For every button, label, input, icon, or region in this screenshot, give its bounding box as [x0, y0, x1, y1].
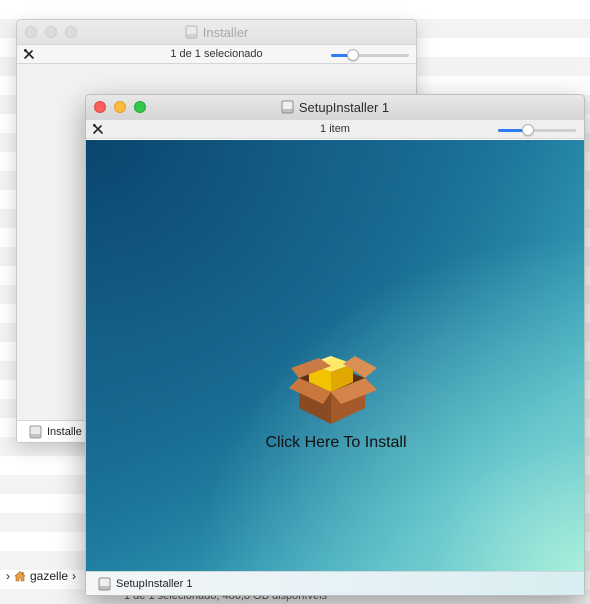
footer-item-label: Installe: [47, 425, 82, 438]
installer-titlebar[interactable]: Installer: [17, 20, 416, 44]
minimize-button[interactable]: [114, 101, 126, 113]
slider-knob[interactable]: [347, 49, 359, 61]
window-title: Installer: [185, 24, 249, 40]
disk-icon: [98, 577, 111, 590]
disk-icon: [29, 425, 42, 438]
icon-size-slider[interactable]: [331, 49, 409, 61]
slider-knob[interactable]: [522, 124, 534, 136]
setupinstaller-window[interactable]: SetupInstaller 1 1 item Click Here To In…: [85, 94, 585, 596]
window-controls: [25, 26, 77, 38]
close-button[interactable]: [25, 26, 37, 38]
window-controls: [94, 101, 146, 113]
window-title-text: SetupInstaller 1: [298, 99, 390, 115]
toolbar-status: 1 item: [320, 123, 350, 135]
zoom-button[interactable]: [134, 101, 146, 113]
window-title: SetupInstaller 1: [281, 100, 389, 115]
icon-size-slider[interactable]: [498, 124, 576, 136]
home-icon: [14, 571, 26, 582]
close-button[interactable]: [94, 101, 106, 113]
setupinstaller-footer: SetupInstaller 1: [86, 571, 584, 595]
tools-icon[interactable]: [92, 123, 104, 135]
disk-icon: [281, 100, 294, 114]
disk-icon: [185, 25, 198, 39]
path-item-gazelle[interactable]: gazelle: [30, 569, 68, 583]
package-icon[interactable]: [285, 338, 381, 426]
zoom-button[interactable]: [65, 26, 77, 38]
minimize-button[interactable]: [45, 26, 57, 38]
setupinstaller-titlebar[interactable]: SetupInstaller 1: [86, 95, 584, 119]
installer-toolbar: 1 de 1 selecionado: [17, 44, 416, 64]
setupinstaller-toolbar: 1 item: [86, 119, 584, 139]
path-chevron: ›: [6, 569, 10, 583]
footer-item-label: SetupInstaller 1: [116, 577, 193, 590]
path-separator: ›: [72, 569, 77, 583]
tools-icon[interactable]: [23, 48, 35, 60]
installer-background: Click Here To Install: [86, 140, 584, 573]
toolbar-status: 1 de 1 selecionado: [170, 48, 263, 60]
window-title-text: Installer: [202, 24, 249, 40]
install-button-label[interactable]: Click Here To Install: [86, 434, 584, 452]
